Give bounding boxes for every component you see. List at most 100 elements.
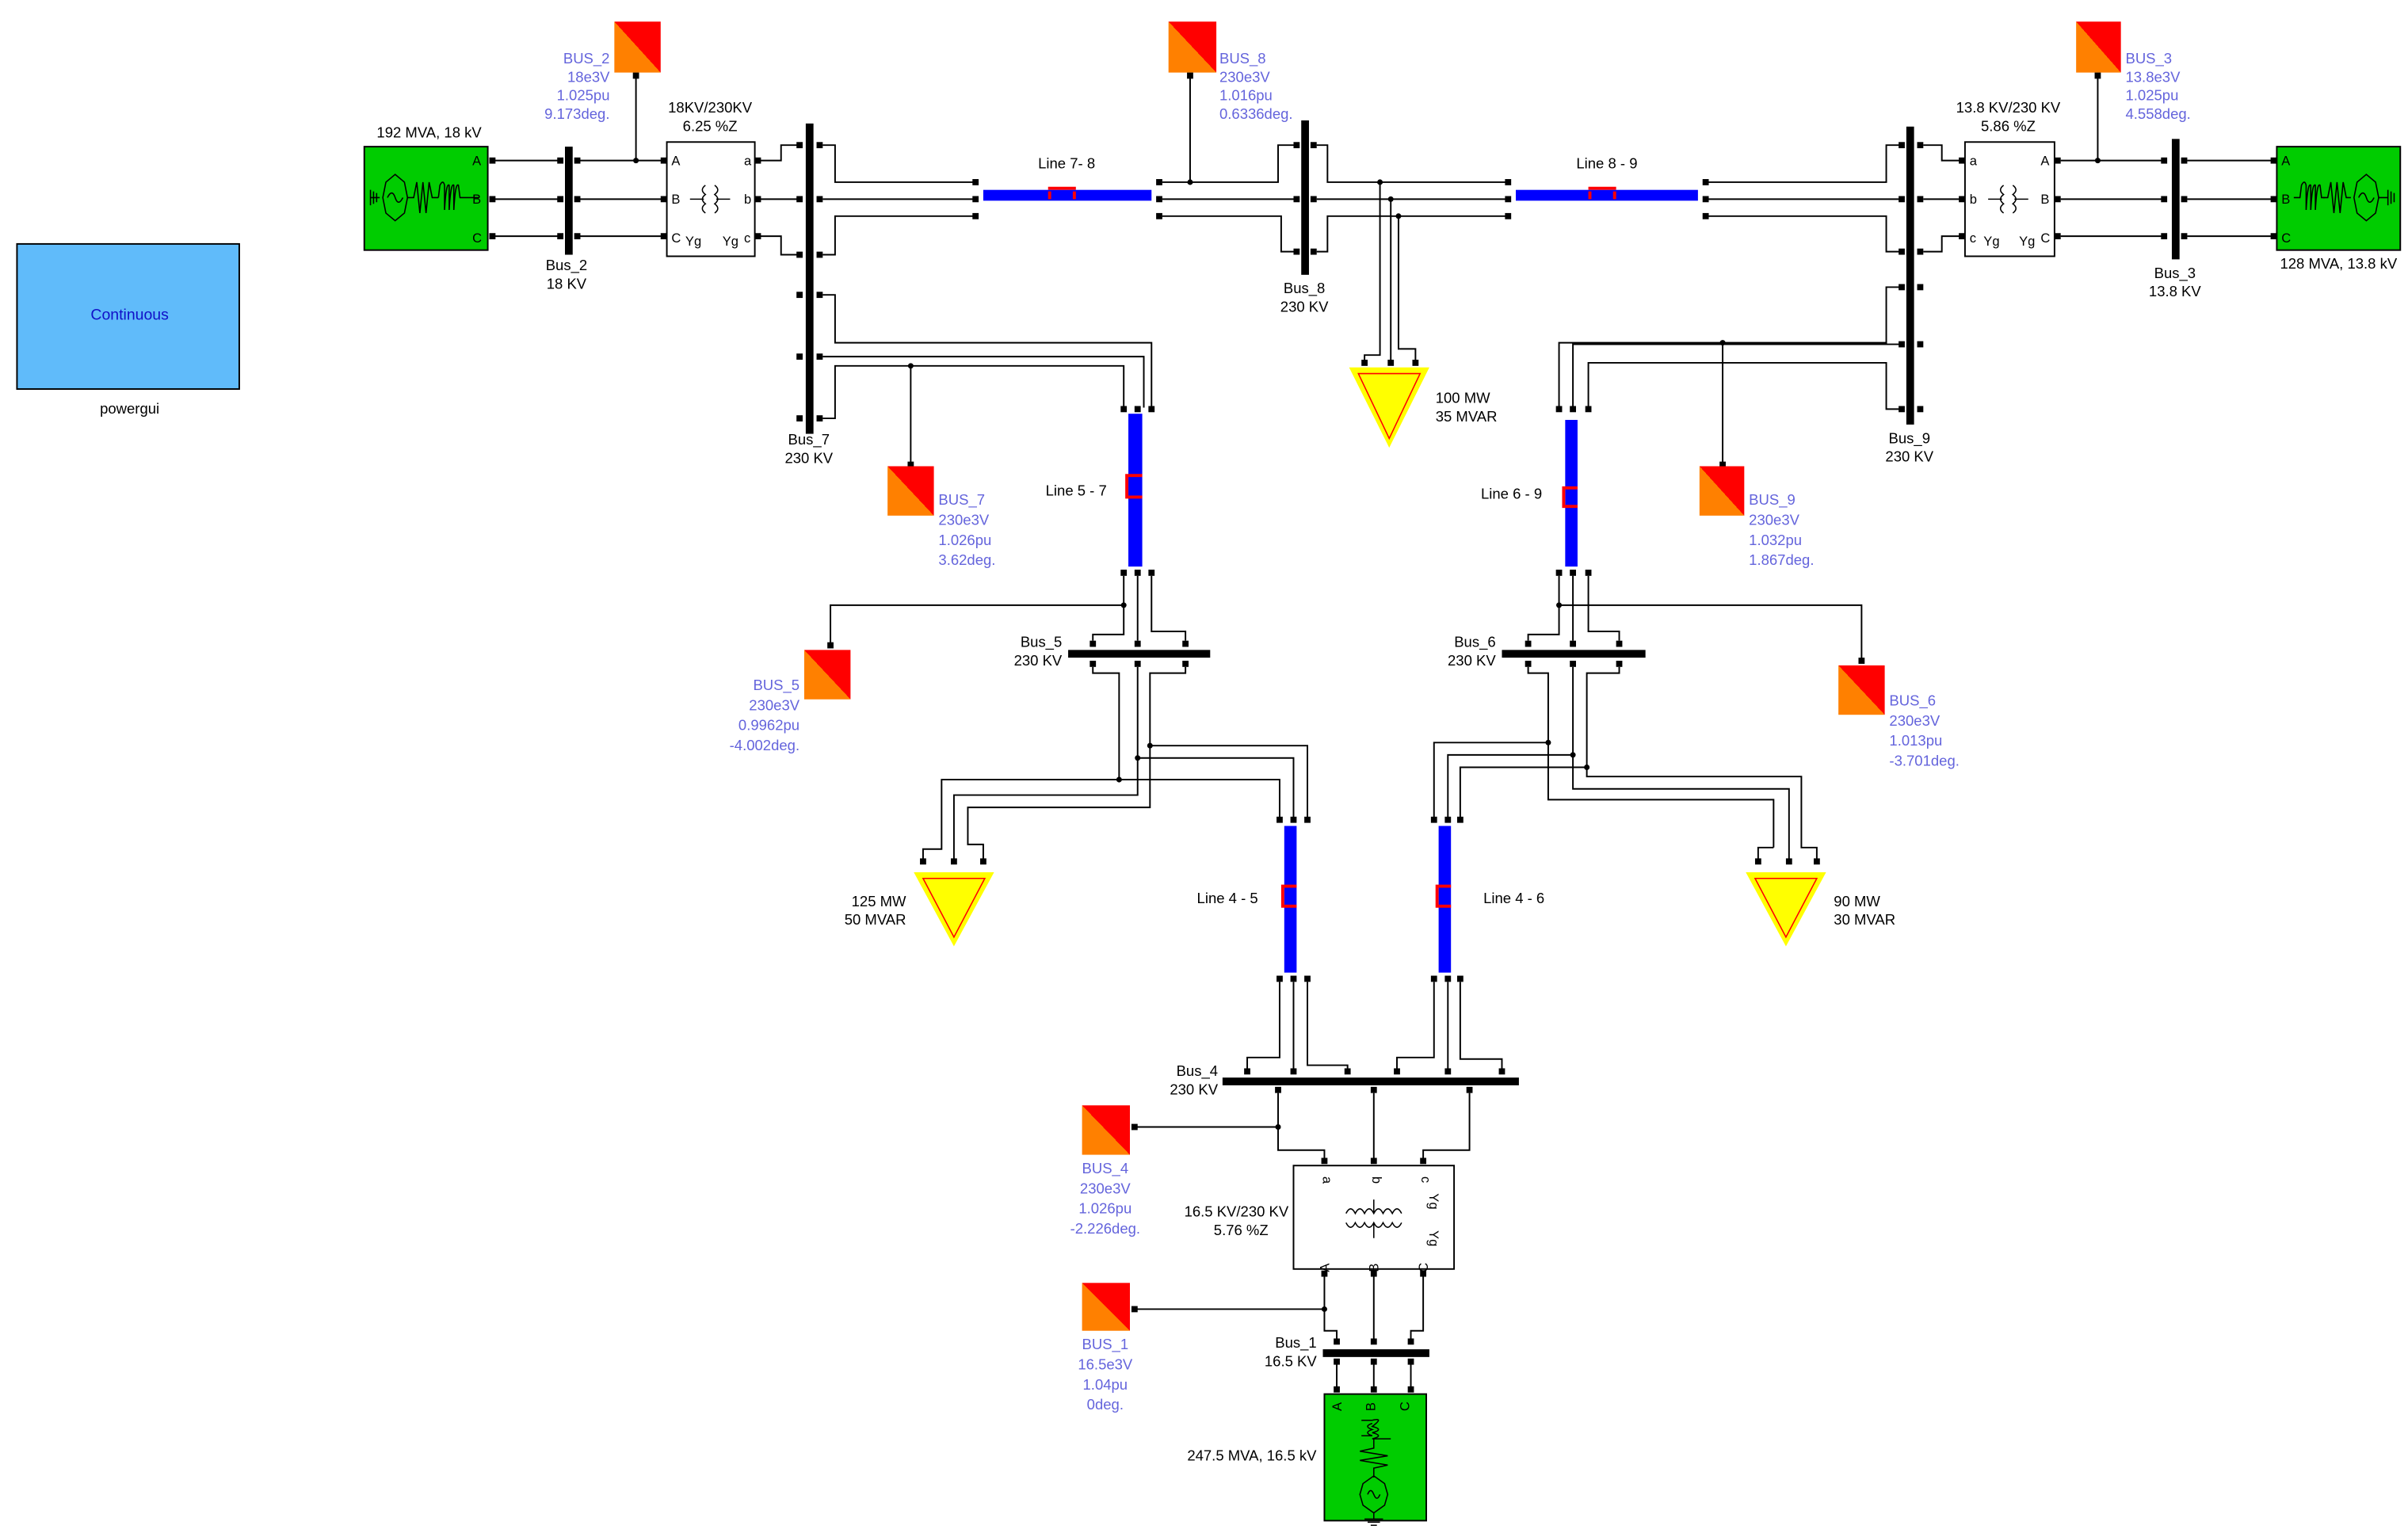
meter-pu: 1.016pu [1219,87,1273,104]
t1-winding-1: Yg [1426,1230,1441,1246]
line-7-8[interactable] [983,186,1152,201]
t2-port-c: c [744,231,750,246]
meter-base: 13.8e3V [2126,68,2181,85]
wires-bus1-gen1 [1336,1361,1412,1390]
meter-icon [887,466,934,516]
load-125mw[interactable] [914,871,994,947]
bus-1-name: Bus_1 [1275,1334,1316,1352]
gen2-rating: 192 MVA, 18 kV [376,124,482,140]
meter-icon [803,650,851,700]
generator-2[interactable]: A B C [363,146,489,251]
bus-6-meter[interactable] [1838,665,1885,715]
transformer-t3[interactable]: a b c A B C Yg Yg [1963,141,2055,257]
wires-bus9-line69 [1558,286,1902,463]
wires-t2-bus7 [758,144,803,256]
bus-5-meter-readout: BUS_5 230e3V 0.9962pu -4.002deg. [730,677,800,753]
meter-pu: 0.9962pu [738,717,799,734]
meter-icon [1082,1283,1130,1331]
line-6-9-label: Line 6 - 9 [1481,485,1542,501]
bus-5-bar[interactable] [1068,650,1211,658]
bus-8-bar[interactable] [1301,120,1309,275]
meter-icon [1168,21,1217,73]
wires-lines-bus4 [1246,982,1503,1069]
generator-1[interactable]: A B C [1323,1393,1427,1527]
line-4-5[interactable] [1280,826,1297,973]
meter-base: 230e3V [1749,512,1799,528]
line-8-9-label: Line 8 - 9 [1576,154,1637,171]
t2-impedance: 6.25 %Z [683,118,738,135]
wires-t1-bus1 [1135,1276,1425,1340]
meter-name: BUS_7 [938,491,985,509]
bus-6-bar[interactable] [1502,650,1646,658]
bus-7-voltage: 230 KV [784,450,833,467]
load-100mw[interactable] [1349,367,1429,448]
bus-5-meter[interactable] [803,650,851,700]
meter-base: 230e3V [1889,712,1940,729]
transformer-t1[interactable]: a b c A B C Yg Yg [1292,1165,1456,1272]
load-90mw-q: 30 MVAR [1834,911,1895,928]
meter-pu: 1.04pu [1083,1376,1128,1393]
gen1-port-b: B [1364,1402,1379,1411]
gen3-port-b: B [2281,192,2290,207]
line-8-9[interactable] [1516,186,1698,201]
bus-5-name: Bus_5 [1021,633,1062,650]
bus-7-meter-readout: BUS_7 230e3V 1.026pu 3.62deg. [938,491,995,568]
bus-7-bar[interactable] [805,123,814,434]
line-6-9[interactable] [1562,420,1578,567]
t1-port-C: C [1416,1263,1431,1272]
bus-1-bar[interactable] [1322,1349,1429,1357]
meter-base: 230e3V [1080,1180,1131,1196]
line-4-6[interactable] [1435,826,1452,973]
t3-port-b: b [1970,192,1977,207]
bus-1-voltage: 16.5 KV [1265,1353,1317,1370]
t3-port-B: B [2040,192,2049,207]
wires-bus5-line45-load5 [922,666,1308,860]
transformer-t2[interactable]: A B C a b c Yg Yg [666,141,756,257]
bus-9-bar[interactable] [1906,126,1914,425]
bus-1-meter-readout: BUS_1 16.5e3V 1.04pu 0deg. [1078,1336,1133,1413]
meter-angle: -3.701deg. [1889,753,1959,769]
bus-7-meter[interactable] [887,466,934,516]
powergui-block[interactable]: Continuous [16,242,240,391]
meter-angle: 4.558deg. [2126,105,2191,122]
wires-bus6-line46-load6 [1433,666,1818,860]
bus-3-bar[interactable] [2171,139,2180,260]
t2-ratio: 18KV/230KV [668,99,753,116]
t1-port-A: A [1317,1264,1332,1272]
t3-winding-2: Yg [2019,234,2035,249]
t1-winding-2: Yg [1426,1193,1441,1209]
line-5-7[interactable] [1125,414,1143,567]
bus-1-meter[interactable] [1082,1283,1130,1331]
t1-port-c: c [1418,1176,1433,1183]
gen2-port-b: B [472,192,481,207]
bus-2-voltage: 18 KV [547,275,587,292]
generator-3[interactable]: A B C [2276,146,2402,251]
bus-8-meter[interactable] [1168,21,1217,79]
wires-bus8-line89 [1316,144,1509,361]
load-90mw[interactable] [1746,871,1826,947]
wires-line69-bus6 [1527,575,1863,660]
gen2-port-c: C [472,231,482,246]
meter-pu: 1.025pu [2126,87,2179,104]
load-125mw-q: 50 MVAR [845,911,906,928]
junction-dot [1187,179,1193,185]
bus-2-meter-readout: BUS_2 18e3V 1.025pu 9.173deg. [544,50,610,122]
bus-4-bar[interactable] [1222,1077,1519,1085]
wires-line57-bus5 [830,575,1187,644]
bus-9-meter[interactable] [1699,466,1745,516]
bus-2-name: Bus_2 [546,257,587,274]
gen1-rating: 247.5 MVA, 16.5 kV [1187,1447,1317,1463]
meter-base: 230e3V [749,696,799,713]
bus-4-meter-readout: BUS_4 230e3V 1.026pu -2.226deg. [1070,1160,1140,1237]
bus-7-name: Bus_7 [788,431,830,448]
line-4-5-label: Line 4 - 5 [1197,890,1258,906]
bus-5-voltage: 230 KV [1014,652,1063,669]
bus-2-bar[interactable] [564,147,573,255]
t3-port-c: c [1970,231,1976,246]
bus-2-meter[interactable] [614,21,661,79]
bus-3-meter[interactable] [2076,21,2121,79]
ports [1361,179,1709,366]
bus-4-meter[interactable] [1082,1105,1130,1155]
gen3-port-c: C [2281,231,2291,246]
bus-8-meter-readout: BUS_8 230e3V 1.016pu 0.6336deg. [1219,50,1293,122]
